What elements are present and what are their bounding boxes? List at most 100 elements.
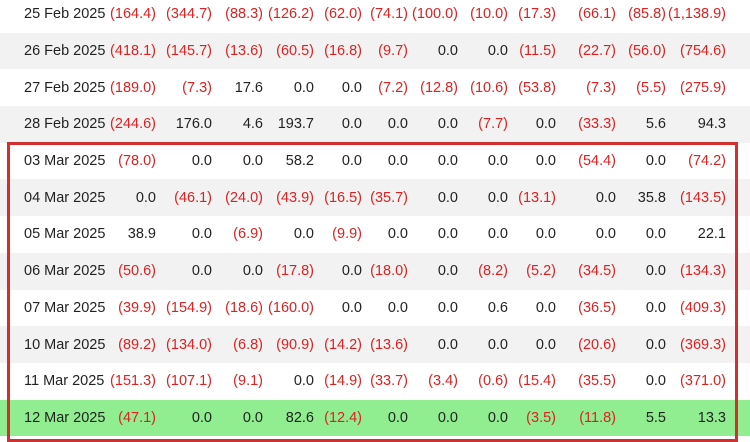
value-cell: (54.4) <box>578 153 616 170</box>
value-cell: 0.0 <box>437 153 458 170</box>
table-row: 28 Feb 2025 (244.6) 176.0 4.6 193.7 0.0 0.0 0.0… <box>0 106 750 143</box>
value-cell: (344.7) <box>166 6 212 23</box>
value-cell: (47.1) <box>118 409 156 426</box>
value-cell: (754.6) <box>680 43 726 60</box>
value-cell: (16.5) <box>324 189 362 206</box>
value-cell: (62.0) <box>324 6 362 23</box>
value-cell: (10.0) <box>470 6 508 23</box>
value-cell: 0.0 <box>645 263 666 280</box>
value-cell: (56.0) <box>628 43 666 60</box>
value-cell: 0.0 <box>191 409 212 426</box>
value-cell: (6.9) <box>233 226 263 243</box>
value-cell: (275.9) <box>680 79 726 96</box>
value-cell: 0.0 <box>242 153 263 170</box>
value-cell: 0.0 <box>387 153 408 170</box>
value-cell: 0.0 <box>437 43 458 60</box>
value-cell: (20.6) <box>578 336 616 353</box>
value-cell: (14.9) <box>324 373 362 390</box>
value-cell: (3.5) <box>526 409 556 426</box>
value-cell: 0.0 <box>595 189 616 206</box>
value-cell: 4.6 <box>242 116 263 133</box>
value-cell: 0.0 <box>437 226 458 243</box>
date-cell: 06 Mar 2025 <box>24 263 106 280</box>
value-cell: (371.0) <box>680 373 726 390</box>
value-cell: (11.5) <box>519 43 556 60</box>
value-cell: (12.4) <box>324 409 362 426</box>
value-cell: (16.8) <box>324 43 362 60</box>
value-cell: 0.0 <box>487 153 508 170</box>
value-cell: (5.2) <box>526 263 556 280</box>
value-cell: (53.8) <box>518 79 556 96</box>
value-cell: 0.0 <box>341 299 362 316</box>
value-cell: (189.0) <box>110 79 156 96</box>
value-cell: 0.0 <box>487 189 508 206</box>
value-cell: (36.5) <box>578 299 616 316</box>
value-cell: (18.6) <box>225 299 263 316</box>
value-cell: 0.0 <box>487 336 508 353</box>
value-cell: (134.0) <box>166 336 212 353</box>
value-cell: (134.3) <box>680 263 726 280</box>
date-cell: 11 Mar 2025 <box>24 373 105 390</box>
value-cell: 0.0 <box>341 116 362 133</box>
value-cell: 0.0 <box>293 226 314 243</box>
value-cell: (151.3) <box>110 373 156 390</box>
value-cell: 0.0 <box>595 226 616 243</box>
value-cell: (11.8) <box>579 409 616 426</box>
value-cell: (5.5) <box>636 79 666 96</box>
value-cell: 0.0 <box>645 299 666 316</box>
value-cell: 0.0 <box>437 116 458 133</box>
table-row: 10 Mar 2025 (89.2) (134.0) (6.8) (90.9) (14.2… <box>0 326 750 363</box>
value-cell: (164.4) <box>110 6 156 23</box>
date-cell: 05 Mar 2025 <box>24 226 106 243</box>
value-cell: 176.0 <box>175 116 212 133</box>
value-cell: 22.1 <box>697 226 726 243</box>
table-row: 11 Mar 2025 (151.3) (107.1) (9.1) 0.0 (14.9) (… <box>0 362 750 400</box>
value-cell: 0.0 <box>293 373 314 390</box>
date-cell: 03 Mar 2025 <box>24 153 106 170</box>
value-cell: (35.5) <box>578 373 616 390</box>
value-cell: 94.3 <box>697 116 726 133</box>
date-cell: 26 Feb 2025 <box>24 43 106 60</box>
date-cell: 27 Feb 2025 <box>24 79 106 96</box>
value-cell: 5.6 <box>645 116 666 133</box>
value-cell: (46.1) <box>174 189 212 206</box>
value-cell: (39.9) <box>118 299 156 316</box>
date-cell: 28 Feb 2025 <box>24 116 106 133</box>
value-cell: 0.0 <box>437 263 458 280</box>
table-row: 26 Feb 2025 (418.1) (145.7) (13.6) (60.5) (16… <box>0 32 750 70</box>
value-cell: 0.0 <box>437 299 458 316</box>
value-cell: 5.5 <box>645 409 666 426</box>
value-cell: 0.0 <box>191 226 212 243</box>
value-cell: 58.2 <box>285 153 314 170</box>
value-cell: (22.7) <box>578 43 616 60</box>
table-row: 07 Mar 2025 (39.9) (154.9) (18.6) (160.0) 0.0… <box>0 289 750 327</box>
value-cell: 0.0 <box>341 153 362 170</box>
value-cell: (43.9) <box>276 189 314 206</box>
table-row: 25 Feb 2025 (164.4) (344.7) (88.3) (126.2) (6… <box>0 0 750 33</box>
value-cell: (8.2) <box>478 263 508 280</box>
value-cell: (160.0) <box>268 299 314 316</box>
date-cell: 10 Mar 2025 <box>24 336 106 353</box>
value-cell: 0.0 <box>437 336 458 353</box>
value-cell: 0.0 <box>535 153 556 170</box>
value-cell: (88.3) <box>225 6 263 23</box>
table-row: 03 Mar 2025 (78.0) 0.0 0.0 58.2 0.0 0.0 0.0 0.0 0… <box>0 142 750 180</box>
value-cell: (6.8) <box>233 336 263 353</box>
value-cell: (7.7) <box>478 116 508 133</box>
value-cell: (34.5) <box>578 263 616 280</box>
value-cell: (100.0) <box>412 6 458 23</box>
value-cell: 193.7 <box>277 116 314 133</box>
value-cell: (33.7) <box>370 373 408 390</box>
value-cell: (9.7) <box>378 43 408 60</box>
value-cell: 0.0 <box>293 79 314 96</box>
value-cell: 0.0 <box>387 299 408 316</box>
value-cell: 0.0 <box>535 336 556 353</box>
value-cell: 0.0 <box>387 409 408 426</box>
table-row: 05 Mar 2025 38.9 0.0 (6.9) 0.0 (9.9) 0.0 0.0 0.0… <box>0 216 750 253</box>
value-cell: 0.0 <box>341 263 362 280</box>
value-cell: 0.0 <box>191 153 212 170</box>
value-cell: (74.1) <box>370 6 408 23</box>
value-cell: (7.3) <box>182 79 212 96</box>
value-cell: 13.3 <box>697 409 726 426</box>
table-row: 06 Mar 2025 (50.6) 0.0 0.0 (17.8) 0.0 (18.0) 0.… <box>0 252 750 290</box>
